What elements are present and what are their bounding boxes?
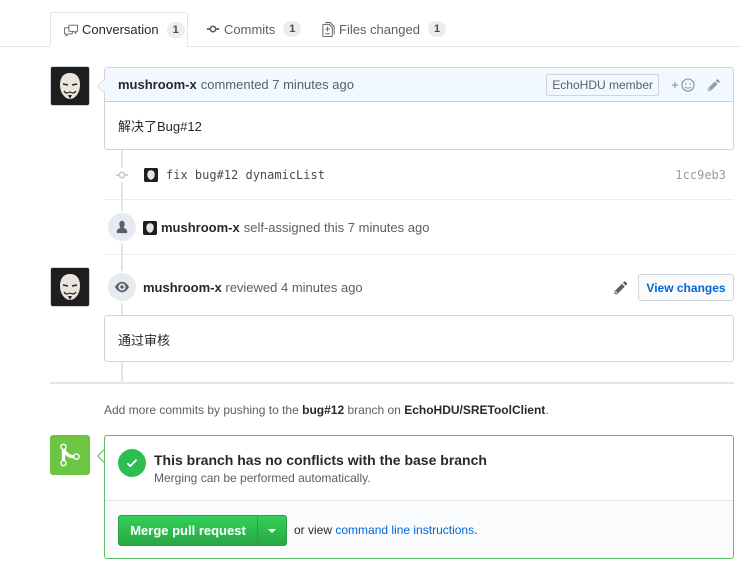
git-commit-icon [205,21,221,37]
comment-timestamp[interactable]: commented 7 minutes ago [201,77,354,92]
comment-caret [97,78,105,94]
avatar[interactable] [50,267,90,307]
review-author[interactable]: mushroom-x [143,280,222,295]
assign-action: self-assigned this 7 minutes ago [243,220,430,235]
repo-name[interactable]: EchoHDU/SREToolClient [404,403,545,417]
commit-row: fix bug#12 dynamicList [144,168,325,182]
push-hint: Add more commits by pushing to the bug#1… [104,403,549,417]
review-timestamp[interactable]: reviewed 4 minutes ago [225,280,362,295]
edit-pencil-icon[interactable] [707,78,721,92]
tab-files-changed[interactable]: Files changed 1 [320,12,447,46]
comment-body: 解决了Bug#12 [118,119,202,134]
file-diff-icon [320,21,336,37]
tab-label: Commits [224,21,276,37]
git-merge-icon [50,435,90,475]
merge-status-title: This branch has no conflicts with the ba… [154,452,487,468]
comment-author[interactable]: mushroom-x [118,77,197,92]
merge-status-subtitle: Merging can be performed automatically. [154,471,371,485]
view-changes-button[interactable]: View changes [638,274,734,301]
branch-name[interactable]: bug#12 [302,403,344,417]
cli-hint-suffix: . [474,523,478,537]
avatar[interactable] [143,220,157,235]
review-comment: 通过审核 [104,315,734,362]
merge-pull-request-button[interactable]: Merge pull request [118,515,258,546]
push-hint-middle: branch on [347,403,401,417]
push-hint-prefix: Add more commits by pushing to the [104,403,299,417]
tab-label: Files changed [339,21,420,37]
avatar[interactable] [144,168,158,182]
eye-icon [106,271,138,303]
check-icon [118,449,146,477]
tab-label: Conversation [82,22,159,37]
add-reaction-icon[interactable] [671,77,697,93]
cli-hint-prefix: or view [294,523,333,537]
cli-hint: or view command line instructions. [294,523,477,537]
command-line-instructions-link[interactable]: command line instructions [335,523,474,537]
assign-event: mushroom-x self-assigned this 7 minutes … [143,220,429,235]
avatar[interactable] [50,66,90,106]
commit-message-link[interactable]: fix bug#12 dynamicList [166,168,325,182]
comment: mushroom-x commented 7 minutes ago EchoH… [104,67,734,150]
merge-box: This branch has no conflicts with the ba… [104,435,734,559]
tab-counter: 1 [283,21,302,37]
assign-author[interactable]: mushroom-x [161,220,240,235]
tab-commits[interactable]: Commits 1 [205,12,302,46]
git-commit-icon [114,168,130,182]
author-association-badge: EchoHDU member [546,73,659,96]
push-hint-suffix: . [545,403,549,417]
tab-counter: 1 [166,21,185,38]
tab-conversation[interactable]: Conversation 1 [50,12,188,47]
comment-header: mushroom-x commented 7 minutes ago EchoH… [105,68,733,102]
commit-sha-link[interactable]: 1cc9eb3 [675,168,726,182]
comment-discussion-icon [63,22,79,38]
edit-pencil-icon[interactable] [614,280,628,298]
tab-counter: 1 [427,21,447,37]
person-icon [106,211,138,243]
merge-method-dropdown[interactable] [257,515,287,546]
divider [104,254,734,255]
divider [104,199,734,200]
review-body: 通过审核 [118,333,171,348]
review-header: mushroom-x reviewed 4 minutes ago [143,280,363,295]
timeline-end-divider [50,382,734,384]
caret-down-icon [268,528,276,533]
